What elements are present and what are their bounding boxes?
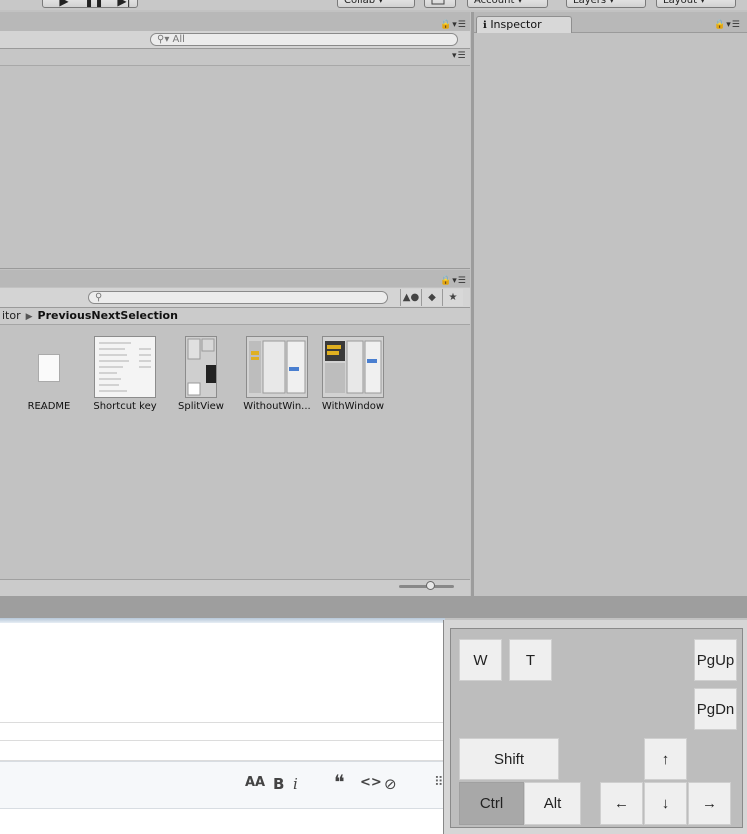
bold-icon[interactable]: B xyxy=(273,775,284,793)
hierarchy-subbar: ▾☰ xyxy=(0,49,470,66)
info-icon: ℹ xyxy=(483,20,487,31)
key-pgup[interactable]: PgUp xyxy=(694,639,737,681)
favorite-star-icon[interactable]: ★ xyxy=(442,289,463,306)
project-footer xyxy=(0,579,470,597)
breadcrumb-item-parent[interactable]: itor xyxy=(2,309,21,322)
project-tabbar: 🔒▾☰ xyxy=(0,270,470,287)
image-thumbnail xyxy=(322,336,384,398)
asset-item-readme[interactable]: README xyxy=(11,336,87,412)
collab-dropdown[interactable]: Collab ▾ xyxy=(337,0,415,8)
key-arrow-right[interactable]: → xyxy=(688,782,731,825)
play-controls: ▶ ❚❚ ▶| xyxy=(42,0,138,8)
play-button[interactable]: ▶ xyxy=(49,0,79,7)
image-thumbnail xyxy=(94,336,156,398)
breadcrumb: itor ▶ PreviousNextSelection xyxy=(0,308,470,325)
layout-dropdown[interactable]: Layout ▾ xyxy=(656,0,736,8)
search-placeholder: All xyxy=(172,34,185,45)
divider xyxy=(0,722,443,723)
filter-label-icon[interactable]: ◆ xyxy=(421,289,442,306)
key-arrow-up[interactable]: ↑ xyxy=(644,738,687,780)
italic-icon[interactable]: i xyxy=(293,775,298,793)
key-alt[interactable]: Alt xyxy=(524,782,581,825)
asset-item-withoutwindow[interactable]: WithoutWin... xyxy=(239,336,315,412)
key-w[interactable]: W xyxy=(459,639,502,681)
code-icon[interactable]: <> xyxy=(360,775,382,790)
main-toolbar: ▶ ❚❚ ▶| Collab ▾ Account ▾ Layers ▾ Layout… xyxy=(0,0,747,10)
status-bar xyxy=(0,596,747,618)
asset-item-withwindow[interactable]: WithWindow xyxy=(315,336,391,412)
hierarchy-lock-icon[interactable]: 🔒▾☰ xyxy=(440,20,467,30)
filter-type-icon[interactable]: ▲● xyxy=(400,289,421,306)
account-dropdown[interactable]: Account ▾ xyxy=(467,0,548,8)
hierarchy-tabbar xyxy=(0,12,470,31)
hierarchy-menu-icon[interactable]: ▾☰ xyxy=(452,51,467,61)
project-search-input[interactable]: ⚲ xyxy=(88,291,388,304)
key-arrow-down[interactable]: ↓ xyxy=(644,782,687,825)
asset-label: README xyxy=(27,401,71,412)
divider xyxy=(0,740,443,741)
search-icon: ⚲▾ xyxy=(157,34,170,45)
asset-label: WithoutWin... xyxy=(243,401,311,412)
document-icon xyxy=(38,354,60,382)
quote-icon[interactable]: ❝ xyxy=(334,770,345,794)
key-pgdn[interactable]: PgDn xyxy=(694,688,737,730)
link-icon[interactable]: ⊘ xyxy=(384,775,397,793)
search-icon: ⚲ xyxy=(95,292,103,303)
hierarchy-content[interactable] xyxy=(0,66,470,269)
inspector-tab-label: Inspector xyxy=(490,18,542,31)
inspector-content xyxy=(474,33,747,596)
inspector-lock-icon[interactable]: 🔒▾☰ xyxy=(714,20,741,30)
key-ctrl[interactable]: Ctrl xyxy=(459,782,524,825)
asset-label: Shortcut key xyxy=(93,401,157,412)
image-thumbnail xyxy=(246,336,308,398)
layers-dropdown[interactable]: Layers ▾ xyxy=(566,0,646,8)
project-lock-icon[interactable]: 🔒▾☰ xyxy=(440,276,467,286)
key-t[interactable]: T xyxy=(509,639,552,681)
zoom-slider-handle[interactable] xyxy=(426,581,435,590)
asset-label: SplitView xyxy=(178,401,224,412)
pause-button[interactable]: ❚❚ xyxy=(79,0,109,7)
key-arrow-left[interactable]: ← xyxy=(600,782,643,825)
tab-inspector[interactable]: ℹ Inspector xyxy=(476,16,572,33)
breadcrumb-separator-icon: ▶ xyxy=(25,312,33,322)
image-thumbnail xyxy=(185,336,217,398)
asset-item-shortcut-key[interactable]: Shortcut key xyxy=(87,336,163,412)
text-size-icon[interactable]: AA xyxy=(245,775,265,790)
cloud-icon[interactable] xyxy=(424,0,456,8)
key-shift[interactable]: Shift xyxy=(459,738,559,780)
asset-label: WithWindow xyxy=(321,401,385,412)
asset-thumbnail xyxy=(18,336,80,398)
breadcrumb-item-current[interactable]: PreviousNextSelection xyxy=(38,309,178,322)
hierarchy-search-input[interactable]: ⚲▾ All xyxy=(150,33,458,46)
asset-item-splitview[interactable]: SplitView xyxy=(163,336,239,412)
step-button[interactable]: ▶| xyxy=(109,0,137,7)
